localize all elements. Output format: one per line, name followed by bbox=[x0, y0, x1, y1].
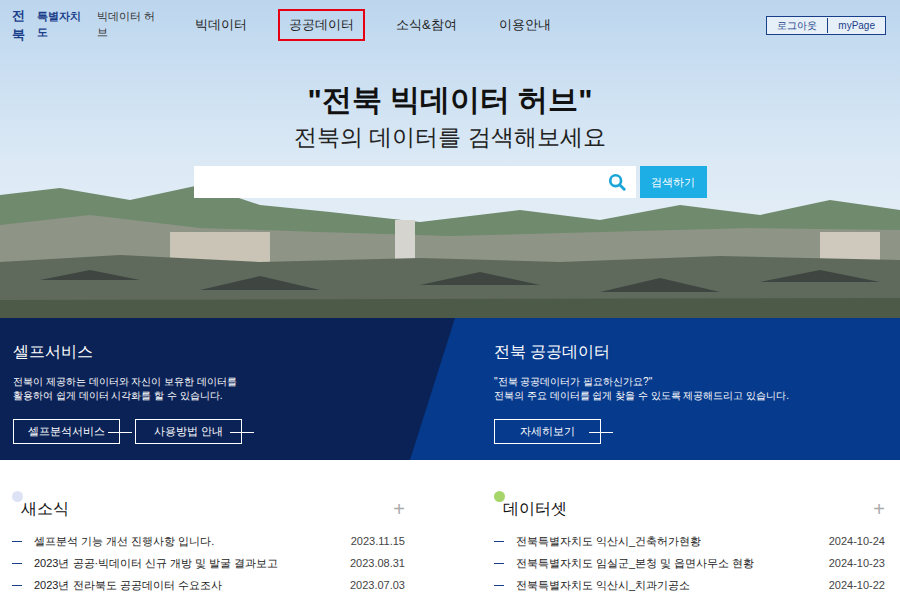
board-list: 셀프분석 기능 개선 진행사항 입니다. 2023.11.15 2023년 공공·빅… bbox=[12, 530, 405, 596]
hero-title: "전북 빅데이터 허브" bbox=[307, 82, 592, 118]
account-button[interactable]: myPage bbox=[827, 18, 885, 33]
search-icon bbox=[608, 173, 626, 191]
row-date: 2023.07.03 bbox=[350, 577, 405, 594]
row-title[interactable]: 전북특별자치도 임실군_본청 및 읍면사무소 현황 bbox=[516, 555, 821, 572]
hero-photo bbox=[0, 0, 900, 318]
search-input[interactable] bbox=[194, 166, 608, 198]
description-line: 활용하여 쉽게 데이터 시각화를 할 수 있습니다. bbox=[13, 389, 481, 403]
nav-label: 이용안내 bbox=[499, 17, 551, 32]
board-row[interactable]: 전북특별자치도 익산시_건축허가현황 2024-10-24 bbox=[494, 530, 885, 552]
row-title[interactable]: 2023년 전라북도 공공데이터 수요조사 bbox=[34, 577, 342, 594]
board-row[interactable]: 2023년 공공·빅데이터 신규 개방 및 발굴 결과보고 2023.08.31 bbox=[12, 552, 405, 574]
row-date: 2024-10-24 bbox=[829, 533, 885, 550]
main-nav: 빅데이터 공공데이터 소식&참여 이용안내 bbox=[184, 9, 562, 41]
button-line bbox=[589, 432, 613, 433]
nav-label: 빅데이터 bbox=[195, 17, 247, 32]
panel-description: "전북 공공데이터가 필요하신가요?"전북의 주요 데이터를 쉽게 찾을 수 있… bbox=[494, 375, 900, 403]
description-line: 전북이 제공하는 데이터와 자신이 보유한 데이터를 bbox=[13, 375, 481, 389]
row-dash bbox=[12, 541, 22, 542]
detail-button-wrap: 자세히보기 bbox=[494, 419, 601, 444]
board-title: 새소식 bbox=[21, 500, 69, 517]
logo[interactable]: 전북특별자치도빅데이터 허브 bbox=[12, 6, 162, 45]
panel-title: 전북 공공데이터 bbox=[494, 342, 900, 362]
board-title: 데이터셋 bbox=[503, 500, 567, 517]
row-dash bbox=[494, 563, 504, 564]
row-date: 2023.11.15 bbox=[351, 533, 405, 550]
board-row[interactable]: 전북특별자치도 임실군_본청 및 읍면사무소 현황 2024-10-23 bbox=[494, 552, 885, 574]
board-title-wrap: 새소식 bbox=[12, 497, 69, 521]
row-title[interactable]: 셀프분석 기능 개선 진행사항 입니다. bbox=[34, 533, 343, 550]
row-dash bbox=[494, 585, 504, 586]
public-data-panel: 전북 공공데이터 "전북 공공데이터가 필요하신가요?"전북의 주요 데이터를 쉽… bbox=[481, 318, 900, 460]
self-service-button-wrap: 셀프분석서비스 bbox=[13, 419, 120, 444]
row-date: 2024-10-22 bbox=[829, 577, 885, 594]
nav-item[interactable]: 공공데이터 bbox=[278, 9, 365, 41]
search-button[interactable]: 검색하기 bbox=[640, 166, 707, 198]
panel-buttons: 자세히보기 bbox=[494, 419, 900, 444]
board-row[interactable]: 셀프분석 기능 개선 진행사항 입니다. 2023.11.15 bbox=[12, 530, 405, 552]
nav-label: 소식&참여 bbox=[396, 17, 457, 32]
board-title-wrap: 데이터셋 bbox=[494, 497, 567, 521]
dataset-board: 데이터셋+전북특별자치도 익산시_건축허가현황2024-10-24전북특별자치도… bbox=[494, 498, 885, 596]
row-title[interactable]: 전북특별자치도 익산시_치과기공소 bbox=[516, 577, 821, 594]
board-row[interactable]: 전북특별자치도 익산시_치과기공소 2024-10-22 bbox=[494, 574, 885, 596]
self-service-button-wrap: 사용방법 안내 bbox=[135, 419, 242, 444]
news-board: 새소식 + 셀프분석 기능 개선 진행사항 입니다. 2023.11.15 2023년 … bbox=[12, 498, 405, 596]
logo-title: 빅데이터 허브 bbox=[97, 8, 162, 41]
logo-brand: 전북 bbox=[12, 6, 37, 45]
board-list: 전북특별자치도 익산시_건축허가현황 2024-10-24 전북특별자치도 임실군_… bbox=[494, 530, 885, 596]
row-title[interactable]: 2023년 공공·빅데이터 신규 개방 및 발굴 결과보고 bbox=[34, 555, 342, 572]
button-line bbox=[230, 432, 254, 433]
hero: 전북특별자치도빅데이터 허브 빅데이터 공공데이터 소식&참여 이용안내 로그아웃myPa… bbox=[0, 0, 900, 318]
board-header: 새소식 + bbox=[12, 498, 405, 520]
nav-item[interactable]: 소식&참여 bbox=[385, 9, 468, 41]
panel-title: 셀프서비스 bbox=[13, 342, 481, 362]
row-dash bbox=[494, 541, 504, 542]
description-line: "전북 공공데이터가 필요하신가요?" bbox=[494, 375, 900, 389]
nav-item[interactable]: 빅데이터 bbox=[184, 9, 258, 41]
row-title[interactable]: 전북특별자치도 익산시_건축허가현황 bbox=[516, 533, 821, 550]
detail-button[interactable]: 자세히보기 bbox=[494, 419, 601, 444]
row-date: 2023.08.31 bbox=[350, 555, 405, 572]
account-box: 로그아웃myPage bbox=[766, 16, 886, 35]
hero-subtitle: 전북의 데이터를 검색해보세요 bbox=[294, 122, 606, 152]
board-header: 데이터셋 + bbox=[494, 498, 885, 520]
search-field bbox=[194, 166, 636, 198]
description-line: 전북의 주요 데이터를 쉽게 찾을 수 있도록 제공해드리고 있습니다. bbox=[494, 389, 900, 403]
header: 전북특별자치도빅데이터 허브 빅데이터 공공데이터 소식&참여 이용안내 로그아웃myPa… bbox=[0, 0, 900, 50]
hero-content: "전북 빅데이터 허브" 전북의 데이터를 검색해보세요검색하기 bbox=[0, 82, 900, 198]
row-dash bbox=[12, 563, 22, 564]
more-button[interactable]: + bbox=[873, 499, 885, 519]
more-button[interactable]: + bbox=[393, 499, 405, 519]
panel-buttons: 셀프분석서비스 사용방법 안내 bbox=[13, 419, 481, 444]
search-bar: 검색하기 bbox=[194, 166, 707, 198]
service-band: 셀프서비스전북이 제공하는 데이터와 자신이 보유한 데이터를활용하여 쉽게 데… bbox=[0, 318, 900, 460]
nav-item[interactable]: 이용안내 bbox=[488, 9, 562, 41]
panel-description: 전북이 제공하는 데이터와 자신이 보유한 데이터를활용하여 쉽게 데이터 시각… bbox=[13, 375, 481, 403]
row-dash bbox=[12, 585, 22, 586]
board-section: 새소식 + 셀프분석 기능 개선 진행사항 입니다. 2023.11.15 2023년 … bbox=[0, 460, 900, 596]
self-service-button[interactable]: 사용방법 안내 bbox=[135, 419, 242, 444]
logo-region: 특별자치도 bbox=[37, 8, 89, 41]
self-service-button[interactable]: 셀프분석서비스 bbox=[13, 419, 120, 444]
button-line bbox=[108, 432, 132, 433]
account-button[interactable]: 로그아웃 bbox=[767, 18, 827, 33]
self-service-panel: 셀프서비스전북이 제공하는 데이터와 자신이 보유한 데이터를활용하여 쉽게 데… bbox=[0, 318, 481, 460]
board-row[interactable]: 2023년 전라북도 공공데이터 수요조사 2023.07.03 bbox=[12, 574, 405, 596]
row-date: 2024-10-23 bbox=[829, 555, 885, 572]
nav-label: 공공데이터 bbox=[289, 17, 354, 32]
